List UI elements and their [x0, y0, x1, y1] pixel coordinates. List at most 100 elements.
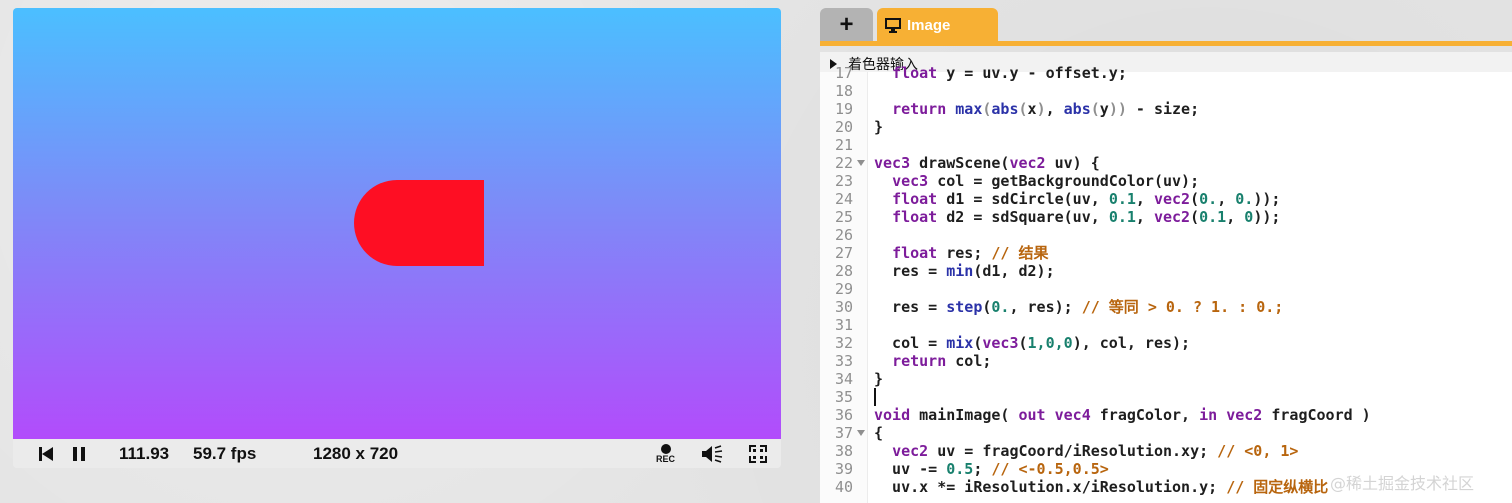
- code-line[interactable]: 20}: [820, 118, 1512, 136]
- code-token: float: [892, 64, 938, 82]
- code-token: (: [1190, 208, 1200, 226]
- code-token: ), col, res);: [1072, 334, 1191, 352]
- code-token: fragColor,: [1090, 406, 1200, 424]
- code-token: uv.x *= iResolution.x/iResolution.y;: [874, 478, 1227, 496]
- code-text: col = mix(vec3(1,0,0), col, res);: [874, 334, 1190, 352]
- code-line[interactable]: 17 float y = uv.y - offset.y;: [820, 64, 1512, 82]
- rewind-button[interactable]: [39, 439, 53, 468]
- code-token: y: [1099, 100, 1109, 118]
- record-icon: [660, 443, 671, 454]
- code-line[interactable]: 34}: [820, 370, 1512, 388]
- line-number: 21: [834, 136, 853, 154]
- code-line[interactable]: 30 res = step(0., res); // 等同 > 0. ? 1. …: [820, 298, 1512, 316]
- add-tab-button[interactable]: +: [820, 8, 873, 42]
- tab-image-label: Image: [907, 16, 951, 34]
- code-token: 0.5: [946, 460, 974, 478]
- code-line[interactable]: 22 vec3 drawScene(vec2 uv) {: [820, 154, 1512, 172]
- speaker-icon: [702, 444, 723, 463]
- playback-controls: 111.93 59.7 fps 1280 x 720 REC: [13, 439, 781, 468]
- fold-arrow-icon[interactable]: [857, 160, 865, 166]
- code-line[interactable]: 23 vec3 col = getBackgroundColor(uv);: [820, 172, 1512, 190]
- code-token: step: [946, 298, 983, 316]
- code-token: (: [1018, 100, 1028, 118]
- line-number: 19: [834, 100, 853, 118]
- code-line[interactable]: 25 float d2 = sdSquare(uv, 0.1, vec2(0.1…: [820, 208, 1512, 226]
- resolution-readout[interactable]: 1280 x 720: [313, 439, 398, 468]
- code-token: max: [955, 100, 983, 118]
- plus-icon: +: [839, 11, 854, 38]
- code-line[interactable]: 21: [820, 136, 1512, 154]
- code-token: ,: [1135, 190, 1154, 208]
- code-token: res =: [874, 262, 947, 280]
- code-token: res =: [874, 298, 947, 316]
- code-token: vec3: [874, 154, 911, 172]
- code-line[interactable]: 19 return max(abs(x), abs(y)) - size;: [820, 100, 1512, 118]
- record-label: REC: [656, 453, 676, 464]
- code-token: return: [892, 100, 947, 118]
- fold-arrow-icon[interactable]: [857, 430, 865, 436]
- code-line[interactable]: 31: [820, 316, 1512, 334]
- code-line[interactable]: 35: [820, 388, 1512, 406]
- code-text: float res; // 结果: [874, 244, 1048, 262]
- record-button[interactable]: REC: [656, 439, 675, 468]
- code-line[interactable]: 18: [820, 82, 1512, 100]
- code-token: // 等同 > 0. ? 1. : 0.;: [1081, 298, 1284, 316]
- code-line[interactable]: 40 uv.x *= iResolution.x/iResolution.y; …: [820, 478, 1512, 496]
- line-number: 30: [834, 298, 853, 316]
- code-area[interactable]: @稀土掘金技术社区 17 float y = uv.y - offset.y; 1…: [820, 64, 1512, 503]
- fullscreen-button[interactable]: [749, 439, 767, 468]
- code-token: col =: [874, 334, 947, 352]
- code-text: float d1 = sdCircle(uv, 0.1, vec2(0., 0.…: [874, 190, 1280, 208]
- code-line[interactable]: 27 float res; // 结果: [820, 244, 1512, 262]
- code-token: ): [1036, 100, 1046, 118]
- code-token: float: [892, 244, 938, 262]
- fullscreen-icon: [749, 444, 767, 463]
- code-token: col = getBackgroundColor(uv);: [928, 172, 1200, 190]
- code-line[interactable]: 39 uv -= 0.5; // <-0.5,0.5>: [820, 460, 1512, 478]
- shader-canvas[interactable]: [13, 8, 781, 439]
- code-line[interactable]: 29: [820, 280, 1512, 298]
- line-number: 35: [834, 388, 853, 406]
- code-line[interactable]: 33 return col;: [820, 352, 1512, 370]
- code-token: in: [1199, 406, 1218, 424]
- code-line[interactable]: 37 {: [820, 424, 1512, 442]
- code-token: uv = fragCoord/iResolution.xy;: [928, 442, 1218, 460]
- line-number: 39: [834, 460, 853, 478]
- code-token: y = uv.y - offset.y;: [937, 64, 1127, 82]
- code-text: }: [874, 370, 883, 388]
- code-line[interactable]: 38 vec2 uv = fragCoord/iResolution.xy; /…: [820, 442, 1512, 460]
- line-number: 29: [834, 280, 853, 298]
- red-square-shape: [397, 180, 484, 266]
- code-token: )): [1108, 100, 1127, 118]
- tab-underline: [820, 41, 1512, 46]
- code-line[interactable]: 28 res = min(d1, d2);: [820, 262, 1512, 280]
- code-token: (d1, d2);: [973, 262, 1055, 280]
- code-text: }: [874, 118, 883, 136]
- line-number: 31: [834, 316, 853, 334]
- pause-button[interactable]: [72, 439, 86, 468]
- line-number: 37: [834, 424, 853, 442]
- volume-button[interactable]: [701, 439, 723, 468]
- tab-image[interactable]: Image: [877, 8, 998, 42]
- code-line[interactable]: 26: [820, 226, 1512, 244]
- code-token: 0: [1244, 208, 1254, 226]
- code-text: float y = uv.y - offset.y;: [874, 64, 1127, 82]
- code-line[interactable]: 32 col = mix(vec3(1,0,0), col, res);: [820, 334, 1512, 352]
- code-token: min: [946, 262, 974, 280]
- code-token: d1 = sdCircle(uv,: [937, 190, 1109, 208]
- code-token: out: [1018, 406, 1046, 424]
- code-token: ,: [1045, 100, 1064, 118]
- code-token: abs: [1063, 100, 1091, 118]
- code-line[interactable]: 36 void mainImage( out vec4 fragColor, in…: [820, 406, 1512, 424]
- line-number: 20: [834, 118, 853, 136]
- code-token: ));: [1253, 190, 1281, 208]
- code-token: (: [1190, 190, 1200, 208]
- code-line[interactable]: 24 float d1 = sdCircle(uv, 0.1, vec2(0.,…: [820, 190, 1512, 208]
- line-number: 26: [834, 226, 853, 244]
- line-number: 18: [834, 82, 853, 100]
